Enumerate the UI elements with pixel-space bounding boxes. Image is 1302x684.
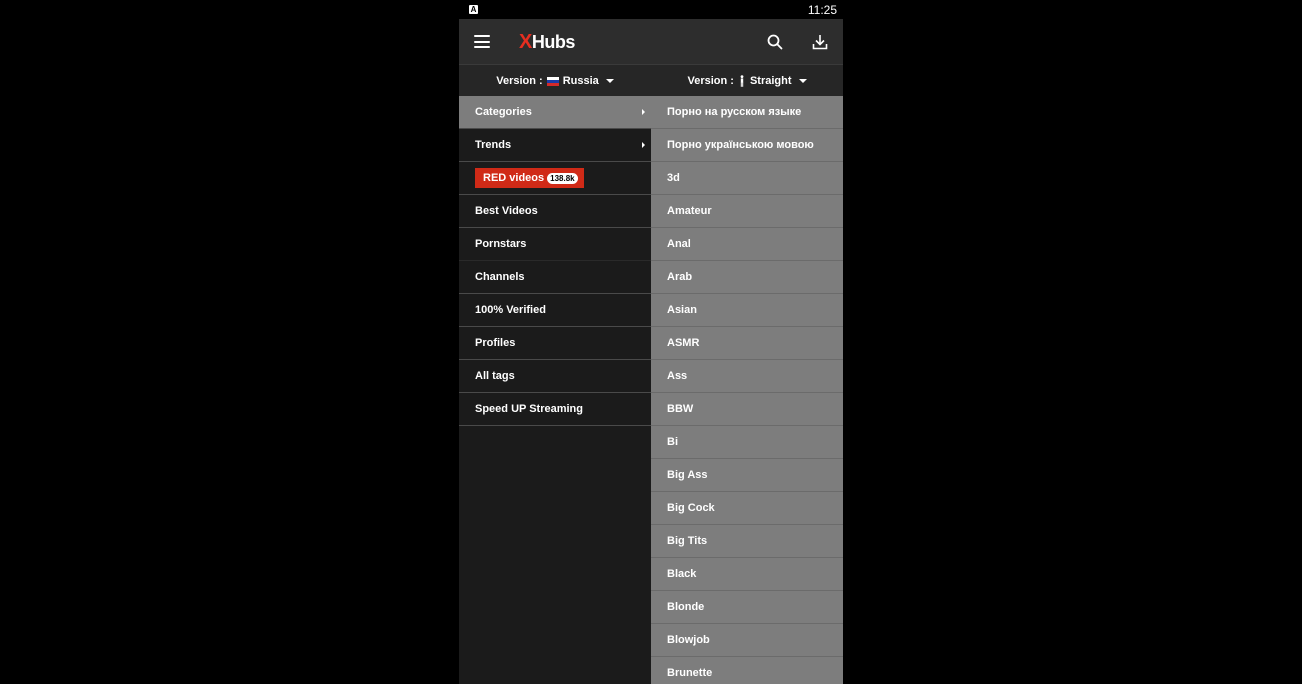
status-bar: A 11:25: [459, 0, 843, 19]
chevron-down-icon: [798, 79, 807, 83]
red-videos-label: RED videos: [483, 172, 545, 184]
app-screen: A 11:25 XHubs Version : Russia Version :: [459, 0, 843, 684]
side-menu: Categories Trends RED videos 138.8k Best…: [459, 96, 651, 684]
category-item[interactable]: Порно на русском языке: [651, 96, 843, 129]
category-item[interactable]: Black: [651, 558, 843, 591]
red-videos-count-badge: 138.8k: [547, 172, 578, 184]
country-version-value: Russia: [562, 75, 599, 87]
menu-item-profiles[interactable]: Profiles: [459, 327, 651, 360]
category-item[interactable]: Anal: [651, 228, 843, 261]
orientation-version-label: Version :: [687, 75, 734, 87]
person-icon: [738, 75, 746, 87]
menu-item-speed-up-streaming[interactable]: Speed UP Streaming: [459, 393, 651, 426]
category-item[interactable]: Bi: [651, 426, 843, 459]
category-item[interactable]: Asian: [651, 294, 843, 327]
site-logo[interactable]: XHubs: [519, 31, 575, 54]
menu-item-label: Best Videos: [475, 205, 538, 217]
download-icon[interactable]: [811, 33, 829, 51]
search-icon[interactable]: [766, 33, 784, 51]
chevron-right-icon: [642, 142, 645, 148]
menu-item-red-videos[interactable]: RED videos 138.8k: [459, 162, 651, 195]
menu-item-label: Channels: [475, 271, 525, 283]
hamburger-menu-icon[interactable]: [474, 35, 490, 48]
menu-item-best-videos[interactable]: Best Videos: [459, 195, 651, 228]
version-bar: Version : Russia Version : Straight: [459, 64, 843, 97]
categories-submenu: Порно на русском языке Порно українською…: [651, 96, 843, 684]
menu-item-channels[interactable]: Channels: [459, 261, 651, 294]
category-item[interactable]: Arab: [651, 261, 843, 294]
category-item[interactable]: Big Tits: [651, 525, 843, 558]
app-bar: XHubs: [459, 19, 843, 64]
chevron-right-icon: [642, 109, 645, 115]
logo-text: Hubs: [531, 32, 576, 52]
menu-item-categories[interactable]: Categories: [459, 96, 651, 129]
menu-item-verified[interactable]: 100% Verified: [459, 294, 651, 327]
status-time: 11:25: [807, 3, 837, 17]
logo-x: X: [519, 31, 532, 53]
category-item[interactable]: Blonde: [651, 591, 843, 624]
category-item[interactable]: Big Ass: [651, 459, 843, 492]
country-version-selector[interactable]: Version : Russia: [459, 65, 651, 97]
category-item[interactable]: Ass: [651, 360, 843, 393]
menu-item-pornstars[interactable]: Pornstars: [459, 228, 651, 261]
category-item[interactable]: Blowjob: [651, 624, 843, 657]
category-item[interactable]: Порно українською мовою: [651, 129, 843, 162]
category-item[interactable]: Amateur: [651, 195, 843, 228]
category-item[interactable]: 3d: [651, 162, 843, 195]
menu-item-label: Speed UP Streaming: [475, 403, 583, 415]
menu-item-trends[interactable]: Trends: [459, 129, 651, 162]
chevron-down-icon: [605, 79, 614, 83]
menu-item-label: Trends: [475, 139, 512, 151]
category-item[interactable]: ASMR: [651, 327, 843, 360]
notification-indicator: A: [469, 5, 478, 14]
red-videos-button[interactable]: RED videos 138.8k: [475, 168, 584, 188]
menu-item-label: Pornstars: [475, 238, 527, 250]
category-item[interactable]: Brunette: [651, 657, 843, 684]
menu-item-label: Profiles: [475, 337, 516, 349]
orientation-version-selector[interactable]: Version : Straight: [651, 65, 843, 97]
russia-flag-icon: [546, 76, 559, 86]
category-item[interactable]: Big Cock: [651, 492, 843, 525]
menu-item-label: All tags: [475, 370, 515, 382]
menu-item-all-tags[interactable]: All tags: [459, 360, 651, 393]
orientation-version-value: Straight: [749, 75, 792, 87]
country-version-label: Version :: [496, 75, 543, 87]
menu-item-label: 100% Verified: [475, 304, 546, 316]
menu-item-label: Categories: [475, 106, 532, 118]
category-item[interactable]: BBW: [651, 393, 843, 426]
